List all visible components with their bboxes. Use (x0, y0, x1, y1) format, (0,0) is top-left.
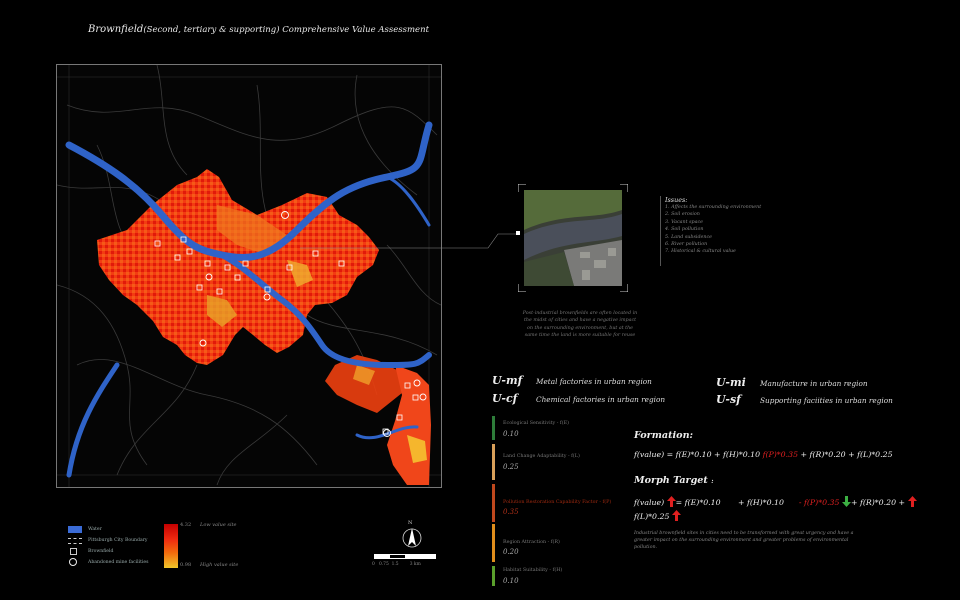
issue-item: 4. Soil pollution (665, 227, 704, 233)
issue-item: 2. Soil erosion (665, 212, 700, 218)
issue-item: 6. River pollution (665, 242, 708, 248)
north-arrow-icon (402, 528, 422, 548)
issues-title: Issues: (665, 196, 688, 204)
page-title: Brownfield(Second, tertiary & supporting… (88, 24, 429, 35)
factor-bar-pollution (492, 484, 495, 522)
factor-name: Pollution Restoration Capability Factor … (503, 500, 612, 505)
code-ucf: U-cf (492, 392, 518, 405)
formation-title: Formation: (634, 430, 694, 441)
ramp-high-label: Low value site (200, 522, 237, 528)
code-umi: U-mi (716, 376, 746, 389)
scale-labels: 0 0.75 1.5 3 km (372, 562, 421, 567)
ramp-high-value: 4.32 (180, 522, 192, 528)
morph-title-text: Morph Target (634, 475, 708, 486)
code-ucf-desc: Chemical factories in urban region (536, 395, 666, 404)
brownfield-value-map[interactable] (56, 64, 442, 488)
legend-label: Brownfield (88, 549, 114, 554)
scale-bar (374, 554, 436, 559)
factor-name: Region Attraction - f(R) (503, 540, 560, 545)
formula-highlight: f(P)*0.35 (762, 450, 799, 459)
formula-part: = f(E)*0.10 (675, 498, 721, 507)
factor-bar-region (492, 524, 495, 562)
square-icon (68, 548, 82, 555)
morph-formula-line1: f(value) = f(E)*0.10 + f(H)*0.10 - f(P)*… (634, 496, 917, 507)
legend-water: Water (68, 524, 178, 535)
aerial-photo (524, 190, 622, 286)
circle-icon (68, 558, 82, 566)
factor-bar-habitat (492, 566, 495, 586)
formula-part: f(value) = f(E)*0.10 + f(H)*0.10 (634, 450, 763, 459)
scale-label: 0 (372, 562, 375, 567)
factor-bar-land (492, 444, 495, 480)
factor-value: 0.10 (503, 577, 519, 585)
factor-value: 0.25 (503, 463, 519, 471)
code-umf: U-mf (492, 374, 523, 387)
callout-connector (300, 231, 520, 249)
formula-highlight: - f(P)*0.35 (798, 498, 840, 507)
water-swatch (68, 526, 82, 533)
aerial-photo-image (524, 190, 622, 286)
factor-value: 0.20 (503, 548, 519, 556)
value-color-ramp (164, 524, 178, 568)
issue-item: 1. Affects the surrounding environment (665, 205, 762, 210)
factor-value: 0.10 (503, 430, 519, 438)
boundary-icon (68, 537, 82, 544)
issue-item: 3. Vacant space (665, 219, 703, 225)
arrow-up-icon (671, 510, 681, 521)
legend-mine: Abandoned mine facilities (68, 557, 178, 568)
title-main: Brownfield (88, 24, 144, 35)
legend-label: Pittsburgh City Boundary (88, 538, 148, 543)
brownfield-value-region (97, 169, 431, 485)
morph-title: Morph Target : (634, 475, 713, 486)
issue-item: 5. Land subsidence (665, 234, 712, 240)
scale-label: 0.75 (378, 562, 389, 567)
note-text: Industrial brownfield sites in cities ne… (634, 531, 854, 551)
legend-label: Abandoned mine facilities (88, 560, 149, 565)
arrow-up-icon (666, 496, 676, 507)
legend-label: Water (88, 527, 102, 532)
issue-item: 7. Historical & cultural value (665, 249, 736, 255)
morph-title-colon: : (711, 478, 714, 485)
formation-formula: f(value) = f(E)*0.10 + f(H)*0.10 f(P)*0.… (634, 450, 893, 459)
map-legend: Water Pittsburgh City Boundary Brownfiel… (68, 524, 178, 568)
arrow-up-icon (907, 496, 917, 507)
title-sub: (Second, tertiary & supporting) Comprehe… (143, 25, 429, 35)
factor-value: 0.35 (503, 508, 519, 516)
ramp-low-label: High value site (200, 562, 239, 568)
formula-part: f(value) (634, 498, 665, 507)
factor-name: Land Change Adaptability - f(L) (503, 454, 580, 459)
code-usf-desc: Supporting faciities in urban region (760, 396, 893, 405)
factor-name: Ecological Sensitivity - f(E) (503, 421, 569, 426)
description-text: Post-industrial brownfields are often lo… (522, 311, 638, 339)
factor-name: Habitat Suitability - f(H) (503, 568, 563, 573)
formula-part: + f(R)*0.20 + (850, 498, 906, 507)
formula-part: f(L)*0.25 (634, 512, 670, 521)
code-umf-desc: Metal factories in urban region (536, 377, 652, 386)
ramp-low-value: 0.98 (180, 562, 192, 568)
legend-brownfield: Brownfield (68, 546, 178, 557)
map-canvas (57, 65, 441, 487)
scale-label: 3 km (409, 562, 421, 567)
formula-part: + f(H)*0.10 (737, 498, 784, 507)
formula-part: + f(R)*0.20 + f(L)*0.25 (798, 450, 893, 459)
scale-label: 1.5 (391, 562, 399, 567)
morph-formula-line2: f(L)*0.25 (634, 510, 681, 521)
code-umi-desc: Manufacture in urban region (760, 379, 868, 388)
legend-boundary: Pittsburgh City Boundary (68, 535, 178, 546)
issues-panel: Issues: 1. Affects the surrounding envir… (660, 196, 783, 266)
factor-bar-ecological (492, 416, 495, 440)
code-usf: U-sf (716, 393, 741, 406)
arrow-down-icon (841, 496, 851, 507)
